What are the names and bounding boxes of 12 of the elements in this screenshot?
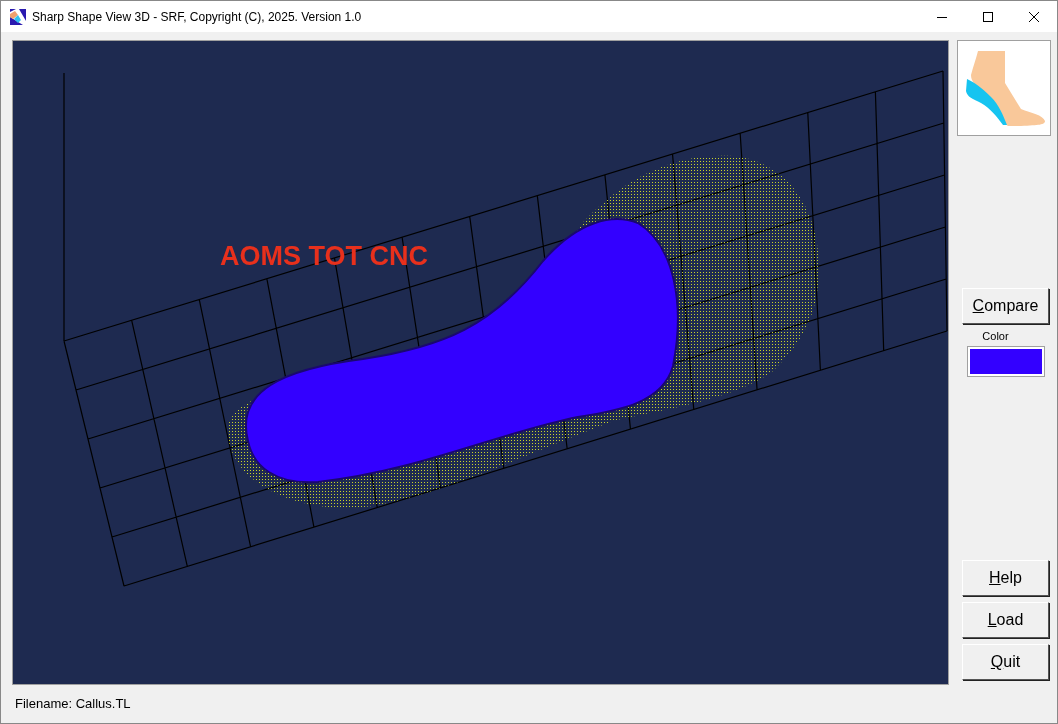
button[interactable]: Load [962,602,1049,638]
button[interactable]: Compare [962,288,1049,324]
color-swatch[interactable] [967,347,1044,376]
button[interactable]: Help [962,560,1049,596]
color-label: Color [982,330,1009,342]
overlay-label: AOMS TOT CNC [220,241,428,272]
maximize-icon [983,11,993,22]
button[interactable]: Quit [962,644,1049,680]
window-title: Sharp Shape View 3D - SRF, Copyright (C), 2025. Version 1.0 [32,9,363,24]
status-text: Filename: Callus.TL [14,695,132,711]
app-icon [10,8,26,25]
close-icon [1029,11,1039,22]
